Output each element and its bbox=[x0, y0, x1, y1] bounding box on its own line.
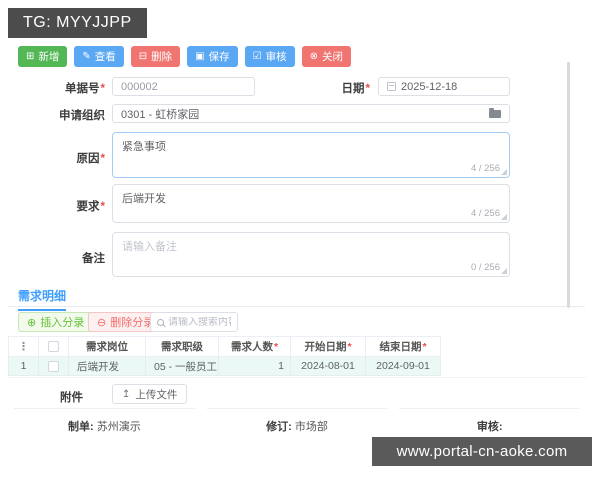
tab-divider bbox=[8, 306, 585, 307]
view-button[interactable]: ✎ 查看 bbox=[74, 46, 124, 67]
upload-icon: ↥ bbox=[122, 388, 131, 400]
minus-circle-icon: ⊖ bbox=[97, 316, 107, 329]
cell-count[interactable]: 1 bbox=[218, 356, 291, 376]
required-mark: * bbox=[273, 341, 279, 353]
window-title: TG: MYYJJPP bbox=[8, 8, 147, 38]
calendar-icon bbox=[387, 82, 396, 91]
resize-grip-icon[interactable] bbox=[501, 268, 507, 274]
required-mark: * bbox=[100, 83, 105, 95]
table-row[interactable]: 1 后端开发 05 - 一般员工 1 2024-08-01 2024-09-01 bbox=[8, 356, 441, 376]
attachment-label: 附件 bbox=[60, 392, 83, 404]
audit-button-label: 审核 bbox=[265, 51, 287, 63]
row-index: 1 bbox=[8, 356, 39, 376]
org-field[interactable] bbox=[112, 104, 510, 123]
cell-post[interactable]: 后端开发 bbox=[68, 356, 146, 376]
revise-cell: 修订: 市场部 bbox=[206, 408, 388, 434]
header-level: 需求职级 bbox=[145, 336, 219, 357]
plus-circle-icon: ⊕ bbox=[27, 316, 37, 329]
insert-row-button[interactable]: ⊕ 插入分录 bbox=[18, 312, 94, 332]
cell-level[interactable]: 05 - 一般员工 bbox=[145, 356, 219, 376]
date-field[interactable] bbox=[378, 77, 510, 96]
audit-button[interactable]: ☑ 审核 bbox=[244, 46, 295, 67]
tab-demand-detail[interactable]: 需求明细 bbox=[18, 287, 67, 311]
maker-label: 制单: bbox=[67, 421, 94, 433]
search-icon bbox=[157, 318, 164, 326]
resize-grip-icon[interactable] bbox=[501, 214, 507, 220]
date-input[interactable] bbox=[401, 80, 501, 93]
upload-file-button[interactable]: ↥ 上传文件 bbox=[112, 384, 188, 404]
upload-file-label: 上传文件 bbox=[135, 388, 178, 401]
delete-button-label: 删除 bbox=[151, 51, 173, 63]
resize-grip-icon[interactable] bbox=[501, 169, 507, 175]
edit-icon: ✎ bbox=[82, 50, 91, 62]
reason-counter: 4 / 256 bbox=[470, 163, 500, 174]
audit-cell: 审核: bbox=[399, 408, 581, 434]
select-all-cell bbox=[38, 336, 69, 357]
delete-button[interactable]: ⊟ 删除 bbox=[130, 46, 181, 67]
table-header-row: ⋮ 需求岗位 需求职级 需求人数* 开始日期* 结束日期* bbox=[8, 336, 441, 357]
remark-label: 备注 bbox=[82, 253, 105, 265]
document-new-icon: ⊞ bbox=[26, 50, 35, 62]
new-button-label: 新增 bbox=[38, 51, 60, 63]
row-select-cell bbox=[38, 356, 69, 376]
remark-textarea[interactable] bbox=[113, 233, 509, 276]
doc-no-field[interactable] bbox=[112, 77, 255, 96]
org-label: 申请组织 bbox=[59, 110, 105, 122]
header-start-date: 开始日期* bbox=[290, 336, 366, 357]
cell-end-date[interactable]: 2024-09-01 bbox=[365, 356, 441, 376]
required-mark: * bbox=[100, 201, 105, 213]
select-all-checkbox[interactable] bbox=[48, 341, 59, 353]
new-button[interactable]: ⊞ 新增 bbox=[18, 46, 68, 67]
site-watermark: www.portal-cn-aoke.com bbox=[372, 437, 592, 466]
save-icon: ▣ bbox=[195, 50, 205, 62]
revise-label: 修订: bbox=[266, 421, 292, 433]
required-mark: * bbox=[365, 83, 370, 95]
header-post: 需求岗位 bbox=[68, 336, 146, 357]
remark-counter: 0 / 256 bbox=[470, 262, 500, 273]
demand-detail-table: ⋮ 需求岗位 需求职级 需求人数* 开始日期* 结束日期* 1 后端开发 05 … bbox=[8, 336, 441, 376]
header-count: 需求人数* bbox=[218, 336, 291, 357]
remark-field: 0 / 256 bbox=[112, 232, 510, 277]
required-mark: * bbox=[100, 153, 105, 165]
audit-check-icon: ☑ bbox=[252, 50, 262, 62]
delete-row-label: 删除分录 bbox=[110, 317, 155, 329]
save-button-label: 保存 bbox=[208, 51, 230, 63]
demand-label: 要求* bbox=[76, 201, 105, 213]
requisition-form-page: TG: MYYJJPP ⊞ 新增 ✎ 查看 ⊟ 删除 ▣ 保存 ☑ 审核 ⊗ 关… bbox=[0, 0, 600, 480]
required-mark: * bbox=[422, 341, 427, 353]
detail-search-input[interactable] bbox=[168, 316, 231, 328]
date-label: 日期* bbox=[341, 83, 370, 95]
folder-lookup-icon[interactable] bbox=[489, 107, 501, 118]
revise-value: 市场部 bbox=[294, 421, 328, 433]
insert-row-label: 插入分录 bbox=[40, 317, 85, 329]
detail-search-field[interactable] bbox=[150, 312, 238, 332]
signature-footer: 制单: 苏州演示 修订: 市场部 审核: bbox=[8, 408, 586, 434]
power-icon: ⊗ bbox=[309, 50, 318, 62]
section-divider bbox=[8, 377, 586, 378]
header-end-date: 结束日期* bbox=[365, 336, 441, 357]
maker-cell: 制单: 苏州演示 bbox=[14, 408, 195, 434]
vertical-scrollbar[interactable] bbox=[567, 62, 570, 308]
view-button-label: 查看 bbox=[94, 51, 116, 63]
cell-start-date[interactable]: 2024-08-01 bbox=[290, 356, 366, 376]
demand-counter: 4 / 256 bbox=[470, 208, 500, 219]
row-checkbox[interactable] bbox=[48, 360, 59, 372]
maker-value: 苏州演示 bbox=[96, 421, 141, 433]
org-input[interactable] bbox=[121, 107, 484, 120]
close-button[interactable]: ⊗ 关闭 bbox=[301, 46, 351, 67]
reason-field: 紧急事项 4 / 256 bbox=[112, 132, 510, 178]
doc-no-label: 单据号* bbox=[65, 83, 105, 95]
demand-textarea[interactable]: 后端开发 bbox=[113, 185, 509, 222]
reason-textarea[interactable]: 紧急事项 bbox=[113, 133, 509, 177]
close-button-label: 关闭 bbox=[321, 51, 343, 63]
doc-no-input[interactable] bbox=[121, 80, 246, 93]
save-button[interactable]: ▣ 保存 bbox=[187, 46, 238, 67]
trash-icon: ⊟ bbox=[138, 50, 148, 62]
main-toolbar: ⊞ 新增 ✎ 查看 ⊟ 删除 ▣ 保存 ☑ 审核 ⊗ 关闭 bbox=[18, 46, 351, 67]
drag-handle-icon[interactable]: ⋮ bbox=[8, 336, 39, 357]
audit-label: 审核: bbox=[476, 421, 503, 433]
reason-label: 原因* bbox=[76, 153, 105, 165]
demand-field: 后端开发 4 / 256 bbox=[112, 184, 510, 223]
required-mark: * bbox=[347, 341, 352, 353]
